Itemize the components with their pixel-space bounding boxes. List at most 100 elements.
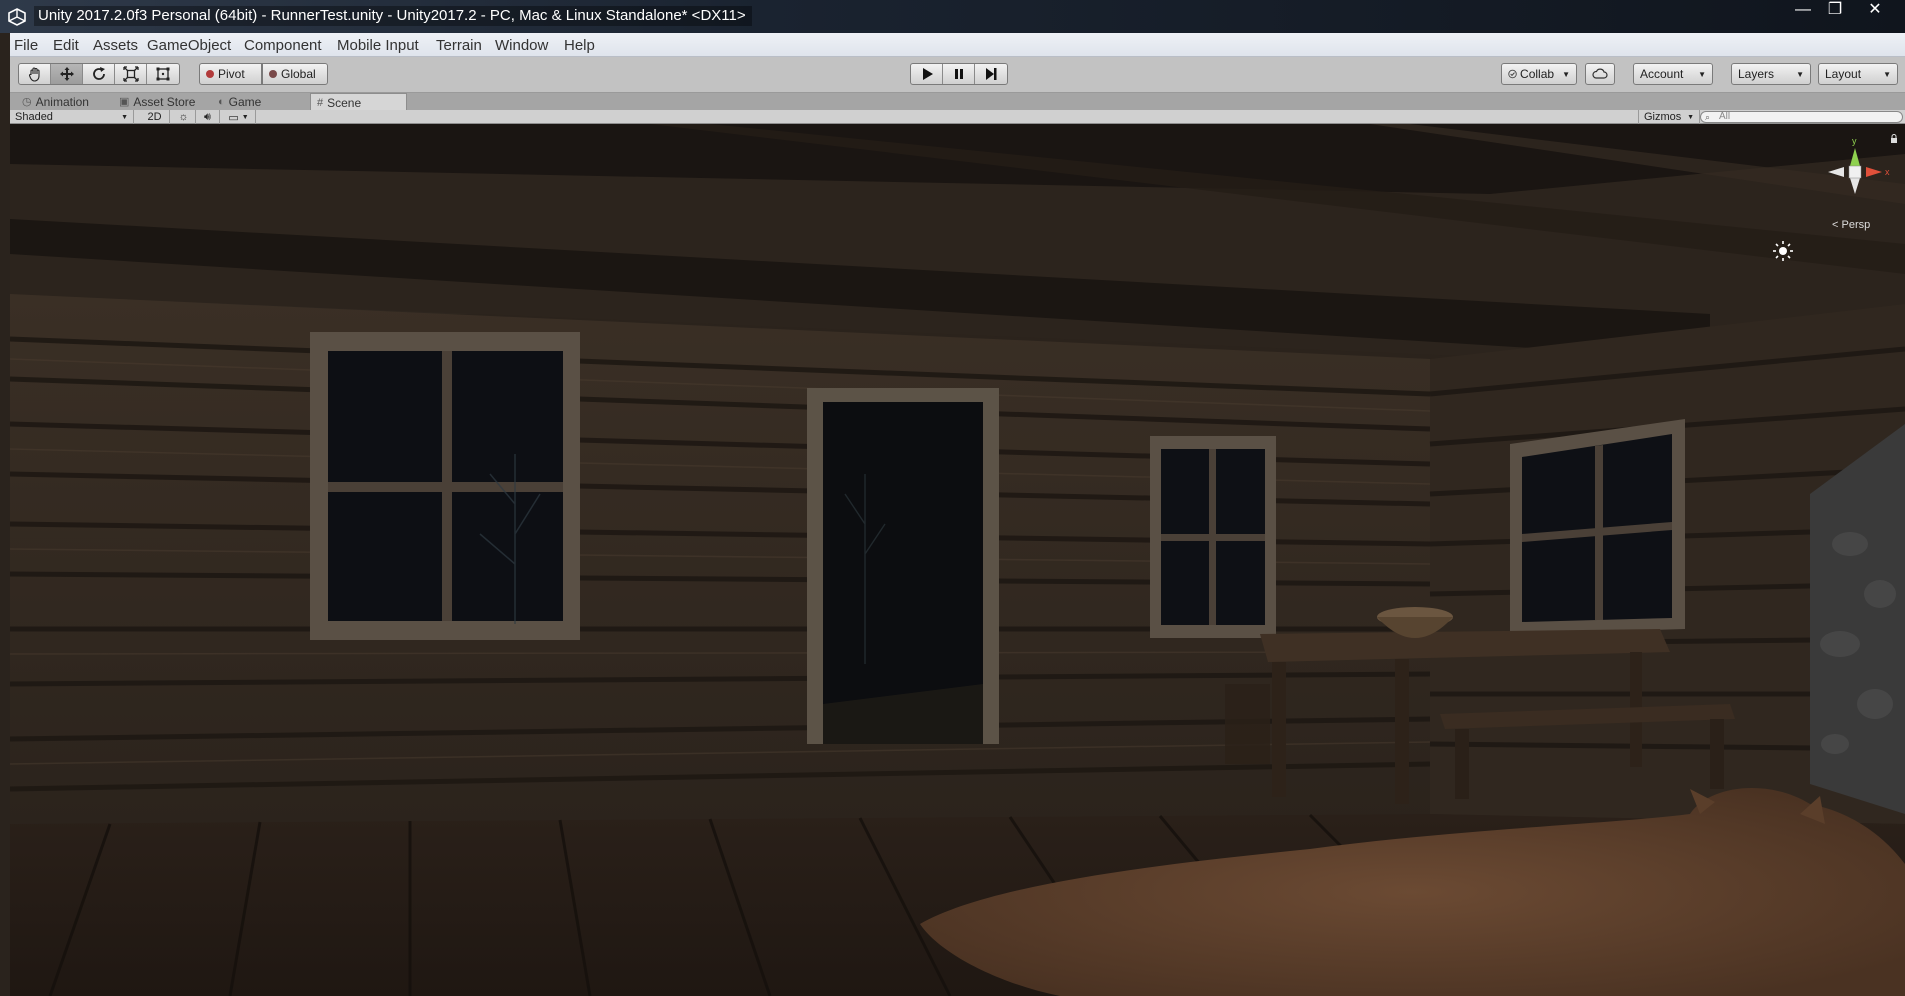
chevron-down-icon: ▼: [1883, 69, 1891, 79]
menu-assets[interactable]: Assets: [93, 37, 138, 54]
tab-label: Asset Store: [133, 94, 196, 109]
chevron-down-icon: ▼: [121, 113, 128, 121]
collab-dropdown[interactable]: Collab ▼: [1501, 63, 1577, 85]
grid-icon: #: [317, 96, 324, 109]
2d-toggle[interactable]: 2D: [140, 110, 170, 124]
unity-logo-icon: [8, 8, 26, 26]
scene-viewport[interactable]: y x < Persp: [10, 124, 1905, 996]
menu-help[interactable]: Help: [564, 37, 595, 54]
pause-button[interactable]: [943, 64, 975, 84]
rotate-tool-button[interactable]: [83, 64, 115, 84]
tab-scene[interactable]: # Scene: [310, 93, 407, 111]
close-button[interactable]: ✕: [1852, 0, 1898, 22]
move-tool-button[interactable]: [51, 64, 83, 84]
store-icon: ▣: [119, 96, 130, 108]
image-icon: ▭: [228, 111, 239, 124]
projection-label: Persp: [1841, 219, 1871, 231]
menu-edit[interactable]: Edit: [53, 37, 79, 54]
menu-file[interactable]: File: [14, 37, 38, 54]
play-icon: [922, 68, 933, 80]
layers-label: Layers: [1738, 67, 1775, 81]
rotate-icon: [92, 67, 105, 80]
scale-icon: [122, 66, 139, 82]
pivot-icon: [206, 70, 214, 78]
hand-tool-button[interactable]: [19, 64, 51, 84]
clock-icon: ◷: [22, 96, 32, 108]
account-dropdown[interactable]: Account ▼: [1633, 63, 1713, 85]
collab-check-icon: [1508, 69, 1517, 79]
minimize-button[interactable]: —: [1788, 0, 1818, 22]
account-label: Account: [1640, 67, 1684, 81]
rect-icon: [156, 67, 170, 81]
main-toolbar: Pivot Global Collab ▼ Account ▼ Layers ▼…: [10, 57, 1905, 93]
layers-dropdown[interactable]: Layers ▼: [1731, 63, 1811, 85]
directional-light-icon[interactable]: [1772, 240, 1794, 262]
scale-tool-button[interactable]: [115, 64, 147, 84]
pause-icon: [954, 69, 963, 79]
chevron-down-icon: ▼: [241, 113, 249, 121]
unity-editor-window: Unity 2017.2.0f3 Personal (64bit) - Runn…: [0, 0, 1905, 996]
hand-icon: [28, 67, 40, 82]
chevron-down-icon: ▼: [1687, 113, 1694, 121]
gizmos-label: Gizmos: [1644, 111, 1682, 123]
2d-label: 2D: [147, 111, 162, 123]
menu-bar: File Edit Assets GameObject Component Mo…: [10, 33, 1905, 57]
orientation-gizmo[interactable]: y x: [1810, 134, 1900, 214]
menu-mobile-input[interactable]: Mobile Input: [337, 37, 419, 54]
projection-toggle[interactable]: < Persp: [1832, 219, 1870, 231]
chevron-down-icon: ▼: [1562, 69, 1570, 79]
rect-tool-button[interactable]: [147, 64, 179, 84]
global-label: Global: [281, 67, 316, 81]
layout-label: Layout: [1825, 67, 1862, 81]
speaker-icon: 🔊︎: [204, 110, 211, 123]
y-axis-label: y: [1852, 136, 1857, 146]
scene-render: [10, 124, 1905, 996]
scene-search-input[interactable]: ⌕ All: [1700, 111, 1903, 123]
scene-audio-toggle[interactable]: 🔊︎: [196, 110, 220, 124]
tab-asset-store[interactable]: ▣ Asset Store: [113, 93, 201, 110]
global-toggle[interactable]: Global: [262, 63, 328, 85]
tab-animation[interactable]: ◷ Animation: [16, 93, 95, 110]
tab-label: Animation: [35, 94, 89, 109]
maximize-button[interactable]: ❐: [1820, 0, 1850, 22]
menu-component[interactable]: Component: [244, 37, 322, 54]
scene-lighting-toggle[interactable]: ☼: [172, 110, 196, 124]
y-axis-cone[interactable]: [1850, 148, 1860, 166]
tab-game[interactable]: ◐ Game: [212, 93, 267, 110]
globe-icon: [269, 70, 277, 78]
x-axis-label: x: [1885, 167, 1890, 177]
editor-tabs: ◷ Animation ▣ Asset Store ◐ Game # Scene: [10, 93, 1905, 111]
window-title: Unity 2017.2.0f3 Personal (64bit) - Runn…: [34, 6, 752, 26]
cloud-button[interactable]: [1585, 63, 1615, 85]
title-bar: Unity 2017.2.0f3 Personal (64bit) - Runn…: [0, 0, 1905, 33]
x-axis-cone[interactable]: [1866, 167, 1882, 177]
tab-label: Game: [228, 94, 262, 109]
collab-label: Collab: [1520, 67, 1555, 81]
layout-dropdown[interactable]: Layout ▼: [1818, 63, 1898, 85]
transform-tools: [18, 63, 180, 85]
gizmo-center-cube[interactable]: [1848, 165, 1862, 179]
sun-icon: ☼: [178, 111, 189, 123]
menu-gameobject[interactable]: GameObject: [147, 37, 231, 54]
menu-terrain[interactable]: Terrain: [436, 37, 482, 54]
shading-mode-dropdown[interactable]: Shaded ▼: [10, 110, 134, 124]
move-icon: [59, 67, 74, 81]
shading-mode-label: Shaded: [15, 111, 53, 123]
chevron-left-icon: <: [1832, 219, 1839, 231]
step-button[interactable]: [975, 64, 1007, 84]
scene-toolbar: Shaded ▼ 2D ☼ 🔊︎ ▭ ▼ Gizmos ▼ ⌕ All: [10, 110, 1905, 124]
gizmos-dropdown[interactable]: Gizmos ▼: [1638, 110, 1700, 124]
play-button[interactable]: [911, 64, 943, 84]
scene-effects-dropdown[interactable]: ▭ ▼: [222, 110, 256, 124]
chevron-down-icon: ▼: [1698, 69, 1706, 79]
search-placeholder: All: [1719, 111, 1731, 122]
search-icon: ⌕: [1705, 112, 1711, 122]
pivot-label: Pivot: [218, 67, 245, 81]
pivot-toggle[interactable]: Pivot: [199, 63, 262, 85]
cloud-icon: [1592, 68, 1608, 79]
chevron-down-icon: ▼: [1796, 69, 1804, 79]
play-controls: [910, 63, 1008, 85]
menu-window[interactable]: Window: [495, 37, 548, 54]
step-icon: [986, 68, 997, 80]
tab-label: Scene: [327, 95, 362, 110]
